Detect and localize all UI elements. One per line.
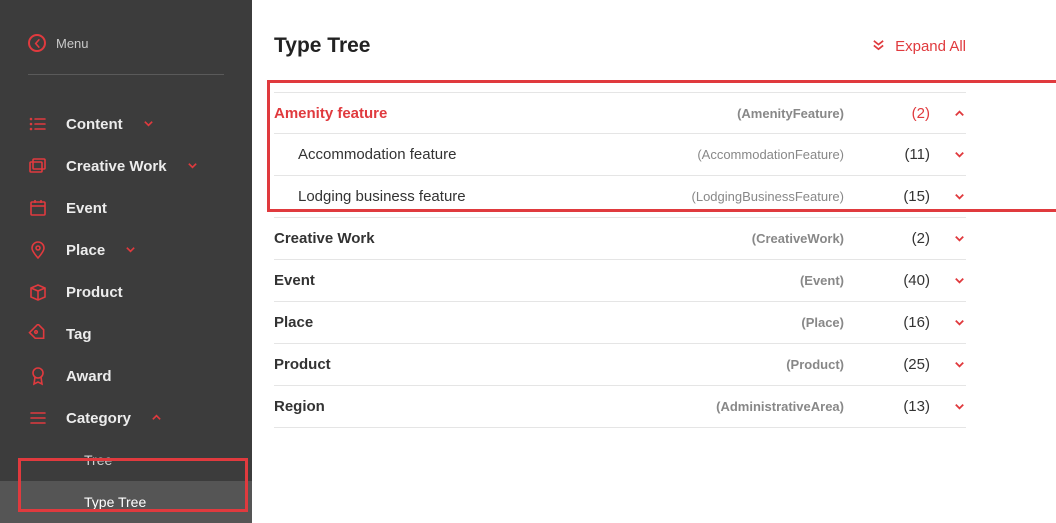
- tree-name: Product: [274, 356, 786, 373]
- sidebar-sub-label-tree: Tree: [84, 452, 112, 468]
- calendar-icon: [28, 198, 48, 218]
- chevron-down-icon: [187, 158, 198, 175]
- tree-name: Creative Work: [274, 230, 752, 247]
- category-icon: [28, 408, 48, 428]
- sidebar-label-tag: Tag: [66, 326, 92, 343]
- chevron-down-icon: [952, 316, 966, 329]
- sidebar-label-place: Place: [66, 242, 105, 259]
- expand-all-button[interactable]: Expand All: [872, 38, 966, 55]
- expand-all-icon: [872, 38, 885, 55]
- sidebar-sub-label-type-tree: Type Tree: [84, 494, 146, 510]
- sidebar-item-content[interactable]: Content: [0, 103, 252, 145]
- tree-name: Region: [274, 398, 716, 415]
- tree-count: (2): [882, 230, 930, 247]
- sidebar-sub-type-tree[interactable]: Type Tree: [0, 481, 252, 523]
- sidebar-label-creative-work: Creative Work: [66, 158, 167, 175]
- list-icon: [28, 114, 48, 134]
- tree-name: Accommodation feature: [298, 146, 697, 163]
- main-content: Type Tree Expand All Amenity feature (Am…: [252, 0, 1056, 512]
- tree-name: Amenity feature: [274, 105, 737, 122]
- tree-row-event[interactable]: Event (Event) (40): [274, 260, 966, 302]
- tree-type: (AdministrativeArea): [716, 399, 844, 414]
- tree-type: (Product): [786, 357, 844, 372]
- tree-type: (AccommodationFeature): [697, 147, 844, 162]
- tree-count: (15): [882, 188, 930, 205]
- sidebar-item-category[interactable]: Category: [0, 397, 252, 439]
- menu-label: Menu: [56, 36, 89, 51]
- sidebar-label-content: Content: [66, 116, 123, 133]
- page-title: Type Tree: [274, 34, 371, 58]
- tree-row-place[interactable]: Place (Place) (16): [274, 302, 966, 344]
- sidebar-sub-tree[interactable]: Tree: [0, 439, 252, 481]
- sidebar: Menu Content Creative Work: [0, 0, 252, 512]
- tree-type: (LodgingBusinessFeature): [692, 189, 844, 204]
- chevron-up-icon: [952, 107, 966, 120]
- expand-all-label: Expand All: [895, 38, 966, 55]
- chevron-down-icon: [952, 274, 966, 287]
- tree-row-creative-work[interactable]: Creative Work (CreativeWork) (2): [274, 218, 966, 260]
- sidebar-item-event[interactable]: Event: [0, 187, 252, 229]
- tree-count: (25): [882, 356, 930, 373]
- chevron-down-icon: [952, 400, 966, 413]
- sidebar-label-product: Product: [66, 284, 123, 301]
- chevron-down-icon: [952, 358, 966, 371]
- sidebar-item-award[interactable]: Award: [0, 355, 252, 397]
- menu-divider: [28, 74, 224, 75]
- award-icon: [28, 366, 48, 386]
- tree-count: (11): [882, 146, 930, 163]
- chevron-up-icon: [151, 410, 162, 427]
- tag-icon: [28, 324, 48, 344]
- tree-type: (CreativeWork): [752, 231, 844, 246]
- box-icon: [28, 282, 48, 302]
- sidebar-item-product[interactable]: Product: [0, 271, 252, 313]
- chevron-down-icon: [952, 232, 966, 245]
- tree-count: (2): [882, 105, 930, 122]
- tree-row-accommodation-feature[interactable]: Accommodation feature (AccommodationFeat…: [274, 134, 966, 176]
- tree-type: (AmenityFeature): [737, 106, 844, 121]
- sidebar-label-event: Event: [66, 200, 107, 217]
- tree-name: Place: [274, 314, 801, 331]
- sidebar-label-category: Category: [66, 410, 131, 427]
- tree-count: (13): [882, 398, 930, 415]
- tree-row-region[interactable]: Region (AdministrativeArea) (13): [274, 386, 966, 428]
- sidebar-label-award: Award: [66, 368, 112, 385]
- tree-row-product[interactable]: Product (Product) (25): [274, 344, 966, 386]
- collapse-icon: [28, 34, 46, 52]
- sidebar-item-tag[interactable]: Tag: [0, 313, 252, 355]
- tree-type: (Place): [801, 315, 844, 330]
- tree-row-lodging-business-feature[interactable]: Lodging business feature (LodgingBusines…: [274, 176, 966, 218]
- empty-icon: [46, 450, 66, 470]
- tree-row-amenity-feature[interactable]: Amenity feature (AmenityFeature) (2): [274, 92, 966, 134]
- sidebar-item-place[interactable]: Place: [0, 229, 252, 271]
- pin-icon: [28, 240, 48, 260]
- tree-count: (16): [882, 314, 930, 331]
- empty-icon: [46, 492, 66, 512]
- chevron-down-icon: [125, 242, 136, 259]
- chevron-down-icon: [143, 116, 154, 133]
- sidebar-item-creative-work[interactable]: Creative Work: [0, 145, 252, 187]
- menu-collapse-button[interactable]: Menu: [0, 34, 252, 74]
- tree-count: (40): [882, 272, 930, 289]
- tree-name: Lodging business feature: [298, 188, 692, 205]
- chevron-down-icon: [952, 148, 966, 161]
- images-icon: [28, 156, 48, 176]
- chevron-down-icon: [952, 190, 966, 203]
- tree-name: Event: [274, 272, 800, 289]
- tree-type: (Event): [800, 273, 844, 288]
